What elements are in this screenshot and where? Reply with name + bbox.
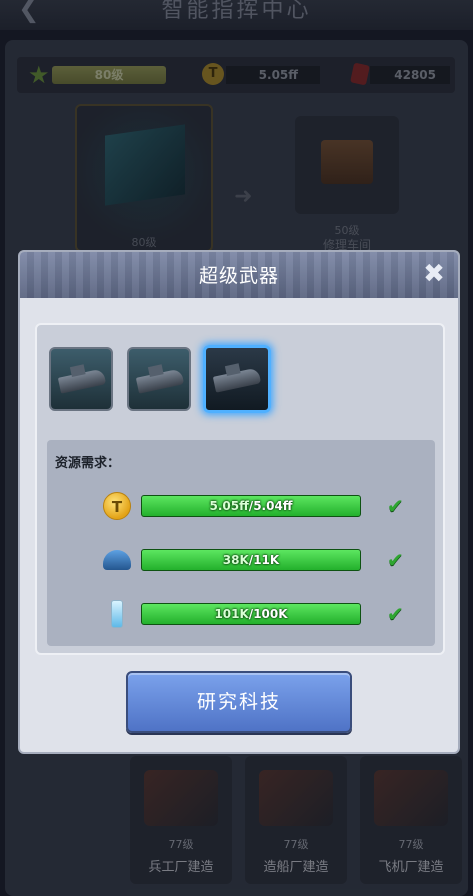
super-weapon-dialog: 超级武器 ✖ 资源需求： T 5.05ff/5.04ff ✔ 38K/11K ✔… (18, 250, 460, 754)
requirements-label: 资源需求： (55, 456, 121, 471)
weapon-tile-destroyer[interactable] (203, 345, 271, 413)
helmet-requirement-bar: 38K/11K (141, 549, 361, 571)
helmet-icon (103, 550, 131, 570)
checkmark-icon: ✔ (387, 494, 404, 518)
weapon-tile-submarine[interactable] (127, 347, 191, 411)
requirements-panel: 资源需求： T 5.05ff/5.04ff ✔ 38K/11K ✔ 101K/1… (47, 440, 435, 646)
dialog-title: 超级武器 (198, 265, 279, 287)
weapon-tile-battleship[interactable] (49, 347, 113, 411)
battleship-icon (57, 368, 107, 394)
submarine-icon (135, 368, 185, 394)
gold-requirement-bar: 5.05ff/5.04ff (141, 495, 361, 517)
dialog-body: 资源需求： T 5.05ff/5.04ff ✔ 38K/11K ✔ 101K/1… (35, 323, 445, 655)
checkmark-icon: ✔ (387, 602, 404, 626)
dialog-header: 超级武器 ✖ (20, 252, 458, 298)
energy-vial-icon (111, 600, 123, 628)
energy-requirement-bar: 101K/100K (141, 603, 361, 625)
gold-coin-icon: T (103, 492, 131, 520)
close-icon[interactable]: ✖ (420, 260, 448, 288)
checkmark-icon: ✔ (387, 548, 404, 572)
research-button[interactable]: 研究科技 (126, 671, 352, 733)
destroyer-icon (212, 367, 262, 393)
